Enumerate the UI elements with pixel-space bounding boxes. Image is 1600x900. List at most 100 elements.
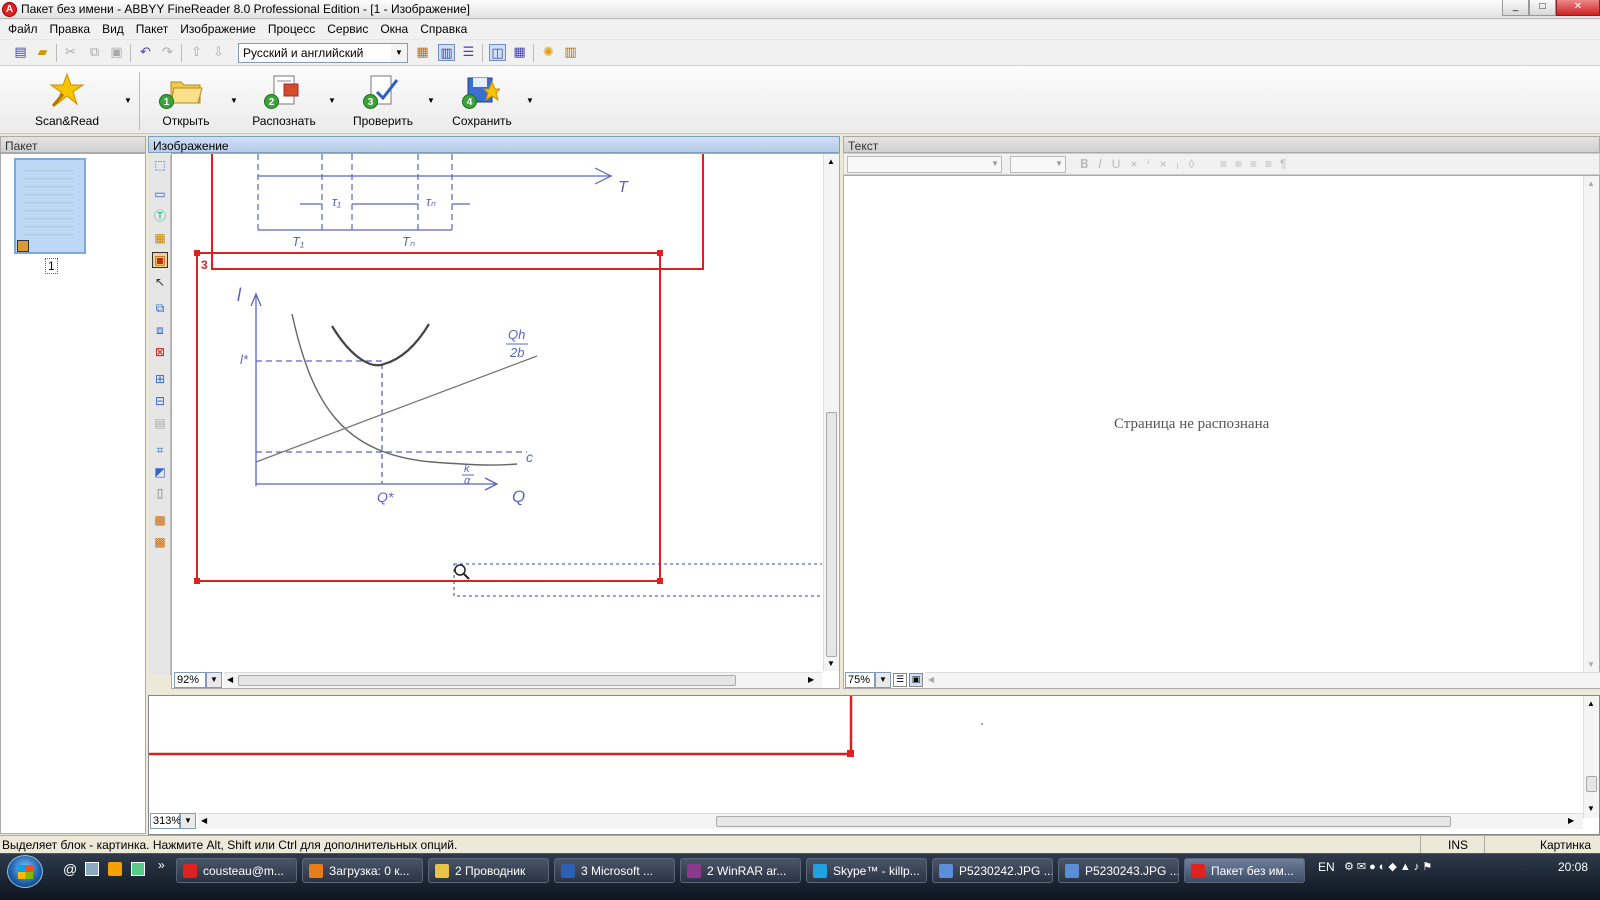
- mail-icon[interactable]: @: [63, 861, 77, 877]
- taskbar-btn-mail[interactable]: cousteau@m...: [176, 858, 297, 883]
- scroll-up-icon[interactable]: ▲: [1587, 179, 1595, 188]
- picture-block-icon[interactable]: ▣: [152, 252, 168, 268]
- chevron-down-icon[interactable]: ▼: [526, 96, 534, 105]
- scroll-right-icon[interactable]: ▶: [808, 675, 814, 684]
- chevron-down-icon[interactable]: ▼: [391, 44, 407, 62]
- page-thumbnail[interactable]: [14, 158, 86, 254]
- taskbar-btn-image2[interactable]: P5230243.JPG ...: [1058, 858, 1179, 883]
- page-icon[interactable]: ▯: [152, 486, 168, 502]
- taskbar-btn-image1[interactable]: P5230242.JPG ...: [932, 858, 1053, 883]
- chevron-down-icon[interactable]: ▼: [230, 96, 238, 105]
- page-number-label[interactable]: 1: [45, 258, 58, 274]
- area-block-icon[interactable]: ▭: [152, 187, 168, 203]
- prev-page-icon[interactable]: ⇧: [188, 44, 205, 61]
- scroll-left-icon[interactable]: ◀: [201, 816, 207, 825]
- add-row-icon[interactable]: ⊟: [152, 394, 168, 410]
- system-clock[interactable]: 20:08: [1558, 860, 1588, 874]
- scroll-left-icon[interactable]: ◀: [928, 675, 934, 684]
- paste-icon[interactable]: ▣: [108, 44, 125, 61]
- text-window-icon[interactable]: ☰: [460, 44, 477, 61]
- text-block-icon[interactable]: Ⓣ: [152, 209, 168, 225]
- scroll-thumb[interactable]: [1586, 776, 1597, 792]
- next-page-icon[interactable]: ⇩: [210, 44, 227, 61]
- taskbar-btn-word[interactable]: 3 Microsoft ...: [554, 858, 675, 883]
- open-button[interactable]: 1 Открыть ▼: [141, 66, 238, 132]
- batch-window-icon[interactable]: ▦: [414, 44, 431, 61]
- taskbar-btn-download[interactable]: Загрузка: 0 к...: [302, 858, 423, 883]
- image-canvas[interactable]: T τ₁ τₙ T₁ Tₙ 3 l l* Qh 2b c k α Q Q* ▲ …: [171, 153, 840, 689]
- zoom-horizontal-scrollbar[interactable]: ◀ ▶: [198, 813, 1583, 829]
- tray-icons[interactable]: ⚙✉●◐◆▲♪⚑: [1344, 860, 1435, 873]
- undo-icon[interactable]: ↶: [137, 44, 154, 61]
- chevron-down-icon[interactable]: ▼: [991, 159, 999, 168]
- menu-image[interactable]: Изображение: [174, 20, 262, 39]
- split-view-icon[interactable]: ◫: [489, 44, 506, 61]
- format-buttons-disabled[interactable]: 𝐁𝐼U×ⁱ×ᵢ◊: [1080, 157, 1204, 172]
- zoom-window-zoom-field[interactable]: 313%: [150, 813, 181, 829]
- scroll-up-icon[interactable]: ▲: [827, 157, 835, 166]
- minimize-button[interactable]: _: [1502, 0, 1529, 16]
- media-player-icon[interactable]: [108, 862, 122, 876]
- text-vertical-scrollbar[interactable]: ▲ ▼: [1583, 176, 1599, 672]
- dictionary-icon[interactable]: ▥: [562, 44, 579, 61]
- add-cell-icon[interactable]: ⊞: [152, 372, 168, 388]
- menu-windows[interactable]: Окна: [374, 20, 414, 39]
- font-size-select[interactable]: ▼: [1010, 156, 1066, 173]
- scroll-down-icon[interactable]: ▼: [827, 659, 835, 668]
- taskbar-btn-skype[interactable]: Skype™ - killp...: [806, 858, 927, 883]
- menu-process[interactable]: Процесс: [262, 20, 321, 39]
- language-select[interactable]: Русский и английский ▼: [238, 43, 408, 63]
- merge-cells-icon[interactable]: ▤: [152, 416, 168, 432]
- switch-windows-icon[interactable]: [131, 862, 145, 876]
- scroll-thumb[interactable]: [716, 816, 1451, 827]
- font-select[interactable]: ▼: [847, 156, 1002, 173]
- input-language-indicator[interactable]: EN: [1318, 860, 1335, 874]
- menu-view[interactable]: Вид: [96, 20, 130, 39]
- text-pane[interactable]: Страница не распознана ▲ ▼ 75% ▼ ☰ ▣ ◀: [843, 175, 1600, 689]
- copy-icon[interactable]: ⧉: [86, 44, 103, 61]
- table-block-icon[interactable]: ▦: [152, 231, 168, 247]
- scroll-thumb[interactable]: [238, 675, 736, 686]
- close-button[interactable]: ✕: [1556, 0, 1600, 16]
- cut-icon[interactable]: ✂: [62, 44, 79, 61]
- scroll-thumb[interactable]: [826, 412, 837, 657]
- scroll-down-icon[interactable]: ▼: [1587, 804, 1595, 813]
- chevron-down-icon[interactable]: ▼: [206, 672, 222, 688]
- image-window-icon[interactable]: ▥: [438, 44, 455, 61]
- check-button[interactable]: 3 Проверить ▼: [338, 66, 435, 132]
- taskbar-btn-winrar[interactable]: 2 WinRAR ar...: [680, 858, 801, 883]
- redo-icon[interactable]: ↷: [159, 44, 176, 61]
- delete-block-icon[interactable]: ⊠: [152, 345, 168, 361]
- chevron-down-icon[interactable]: ▼: [180, 813, 196, 829]
- cut-block-icon[interactable]: ⧈: [152, 323, 168, 339]
- scroll-left-icon[interactable]: ◀: [227, 675, 233, 684]
- picture-properties-icon[interactable]: ▩: [152, 513, 168, 529]
- open-batch-icon[interactable]: ▰: [34, 44, 51, 61]
- text-view-icon[interactable]: ☰: [893, 673, 907, 687]
- start-button[interactable]: [7, 855, 43, 888]
- new-batch-icon[interactable]: ▤: [12, 44, 29, 61]
- block-frame-2[interactable]: [211, 154, 704, 270]
- menu-help[interactable]: Справка: [414, 20, 473, 39]
- crop-icon[interactable]: ⌗: [152, 443, 168, 459]
- options-icon[interactable]: ✺: [540, 44, 557, 61]
- scroll-down-icon[interactable]: ▼: [1587, 660, 1595, 669]
- picture-save-icon[interactable]: ▩: [152, 535, 168, 551]
- menu-file[interactable]: Файл: [2, 20, 44, 39]
- zoom-window[interactable]: ▲ ▼ 313% ▼ ◀ ▶: [148, 695, 1600, 835]
- scroll-up-icon[interactable]: ▲: [1587, 699, 1595, 708]
- eraser-icon[interactable]: ◩: [152, 465, 168, 481]
- more-quicklaunch-icon[interactable]: »: [158, 858, 165, 872]
- select-area-icon[interactable]: ⬚: [152, 158, 168, 174]
- text-horizontal-scrollbar[interactable]: ◀: [925, 672, 1600, 688]
- image-vertical-scrollbar[interactable]: ▲ ▼: [823, 154, 839, 671]
- scan-read-button[interactable]: Scan&Read ▼: [22, 66, 132, 132]
- recognize-button[interactable]: 2 Распознать ▼: [239, 66, 336, 132]
- chevron-down-icon[interactable]: ▼: [1055, 159, 1063, 168]
- layout-view-icon[interactable]: ▣: [909, 673, 923, 687]
- chevron-down-icon[interactable]: ▼: [328, 96, 336, 105]
- selected-picture-block[interactable]: [196, 252, 661, 582]
- chevron-down-icon[interactable]: ▼: [875, 672, 891, 688]
- app-icon[interactable]: A: [2, 2, 17, 17]
- scroll-right-icon[interactable]: ▶: [1568, 816, 1574, 825]
